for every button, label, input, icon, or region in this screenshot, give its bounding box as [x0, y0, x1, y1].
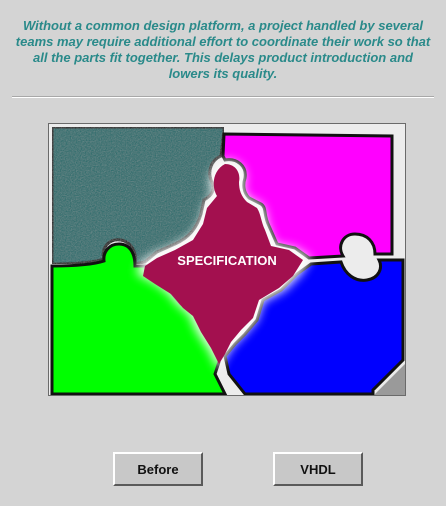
intro-text: Without a common design platform, a proj… — [15, 18, 431, 81]
before-button[interactable]: Before — [113, 452, 203, 486]
puzzle-svg: SPECIFICATION — [50, 125, 405, 395]
puzzle-illustration: SPECIFICATION — [48, 123, 406, 396]
specification-label: SPECIFICATION — [177, 253, 276, 268]
divider — [12, 96, 434, 98]
vhdl-button[interactable]: VHDL — [273, 452, 363, 486]
